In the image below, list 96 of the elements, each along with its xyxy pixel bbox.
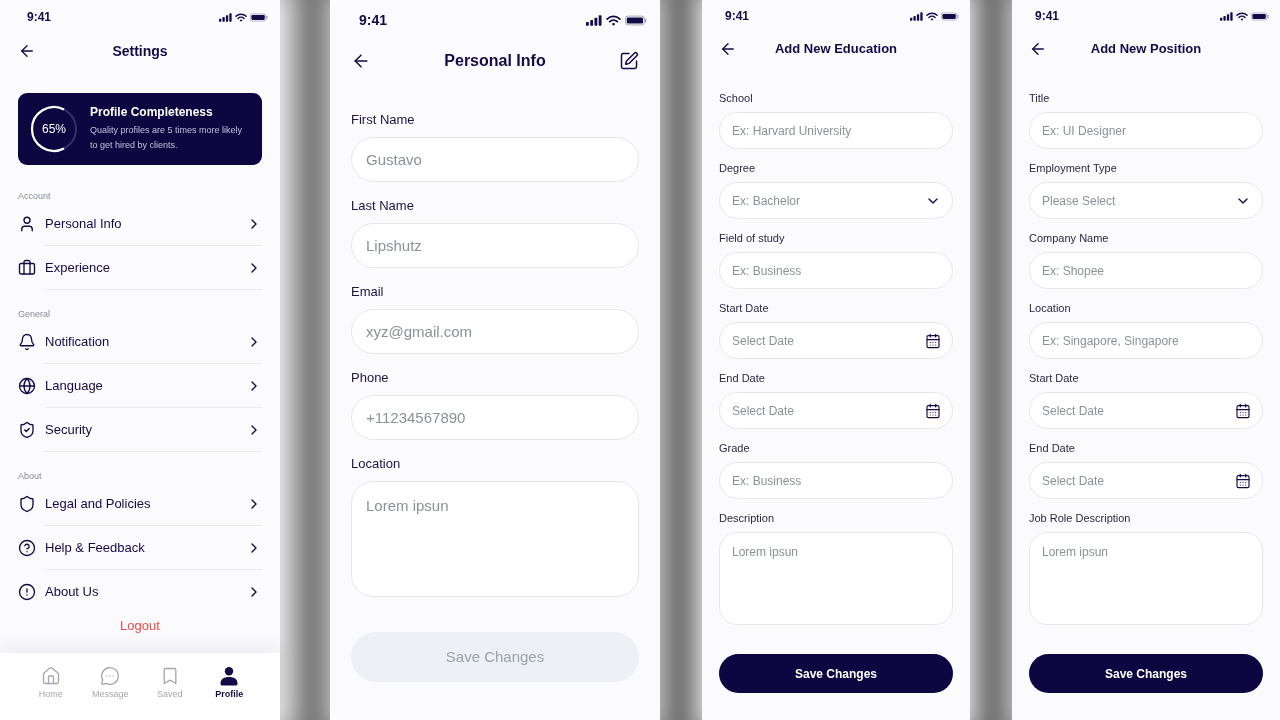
settings-item[interactable]: Notification [0, 320, 280, 364]
person-icon [219, 666, 240, 686]
input-field[interactable]: Ex: UI Designer [1029, 112, 1263, 149]
completeness-percent: 65% [42, 121, 66, 138]
screen-title: Settings [111, 41, 169, 61]
date-field[interactable]: Select Date [1029, 392, 1263, 429]
field-label: Company Name [1029, 231, 1110, 245]
save-changes-button[interactable]: Save Changes [1029, 654, 1263, 693]
text-area[interactable]: Lorem ipsun [1029, 532, 1263, 625]
field-label: Description [719, 511, 776, 525]
screen-title: Add New Education [773, 40, 899, 59]
section-title: About [17, 470, 43, 482]
input-field[interactable]: Ex: Business [719, 462, 953, 499]
battery-icon [625, 14, 647, 26]
input-field[interactable]: Ex: Business [719, 252, 953, 289]
battery-icon [941, 11, 959, 21]
field-label: Phone [351, 370, 390, 386]
date-field[interactable]: Select Date [1029, 462, 1263, 499]
select-field[interactable]: Ex: Bachelor [719, 182, 953, 219]
settings-item[interactable]: Help & Feedback [0, 526, 280, 570]
home-icon [40, 666, 61, 686]
field-label: Grade [719, 441, 751, 455]
wifi-icon [235, 12, 247, 22]
card-description: Quality profiles are 5 times more likely to get hired by clients. [90, 124, 244, 152]
field-label: Location [351, 456, 402, 472]
field-label: End Date [719, 371, 766, 385]
wifi-icon [606, 14, 621, 26]
field-label: End Date [1029, 441, 1076, 455]
field-label: School [719, 91, 754, 105]
globe-icon [18, 377, 36, 395]
input-field[interactable]: Lipshutz [351, 223, 639, 268]
field-label: Field of study [719, 231, 786, 245]
edit-button[interactable] [619, 51, 639, 71]
back-button[interactable] [719, 40, 737, 58]
field-label: First Name [351, 112, 416, 128]
field-label: Email [351, 284, 385, 300]
field-label: Location [1029, 301, 1072, 315]
logout-button[interactable]: Logout [120, 618, 160, 634]
section-title: General [17, 308, 52, 320]
chat-bubble-icon [100, 666, 121, 686]
status-time: 9:41 [27, 9, 52, 26]
input-field[interactable]: xyz@gmail.com [351, 309, 639, 354]
calendar-icon [1235, 472, 1251, 489]
signal-icon [1220, 11, 1233, 21]
date-field[interactable]: Select Date [719, 392, 953, 429]
status-time: 9:41 [1035, 8, 1060, 25]
field-label: Job Role Description [1029, 511, 1132, 525]
text-area[interactable]: Lorem ipsun [719, 532, 953, 625]
section-title: Account [17, 190, 52, 202]
text-area[interactable]: Lorem ipsun [351, 481, 639, 597]
settings-item[interactable]: Language [0, 364, 280, 408]
calendar-icon [925, 332, 941, 349]
back-button[interactable] [18, 42, 36, 60]
back-button[interactable] [1029, 40, 1047, 58]
briefcase-icon [18, 259, 36, 277]
person-icon [18, 215, 36, 233]
settings-item[interactable]: Experience [0, 246, 280, 290]
shield-icon [18, 495, 36, 513]
shield-check-icon [18, 421, 36, 439]
battery-icon [250, 12, 268, 22]
select-field[interactable]: Please Select [1029, 182, 1263, 219]
field-label: Start Date [1029, 371, 1080, 385]
wifi-icon [1236, 11, 1248, 21]
date-field[interactable]: Select Date [719, 322, 953, 359]
field-label: Last Name [351, 198, 415, 214]
status-time: 9:41 [359, 10, 388, 30]
field-label: Title [1029, 91, 1051, 105]
edit-icon [619, 51, 639, 71]
input-field[interactable]: +11234567890 [351, 395, 639, 440]
settings-item[interactable]: About Us [0, 570, 280, 614]
input-field[interactable]: Ex: Harvard University [719, 112, 953, 149]
bell-icon [18, 333, 36, 351]
field-label: Employment Type [1029, 161, 1118, 175]
card-title: Profile Completeness [90, 105, 214, 119]
settings-item[interactable]: Legal and Policies [0, 482, 280, 526]
input-field[interactable]: Gustavo [351, 137, 639, 182]
screen-title: Personal Info [443, 51, 547, 71]
screen-title: Add New Position [1089, 40, 1203, 59]
calendar-icon [925, 402, 941, 419]
nav-tab[interactable]: Profile [199, 666, 259, 700]
signal-icon [910, 11, 923, 21]
status-time: 9:41 [725, 8, 750, 25]
settings-item[interactable]: Personal Info [0, 202, 280, 246]
question-circle-icon [18, 539, 36, 557]
input-field[interactable]: Ex: Singapore, Singapore [1029, 322, 1263, 359]
settings-item[interactable]: Security [0, 408, 280, 452]
input-field[interactable]: Ex: Shopee [1029, 252, 1263, 289]
field-label: Start Date [719, 301, 770, 315]
field-label: Degree [719, 161, 757, 175]
battery-icon [1251, 11, 1269, 21]
exclamation-circle-icon [18, 583, 36, 601]
wifi-icon [926, 11, 938, 21]
signal-icon [586, 14, 602, 26]
signal-icon [219, 12, 232, 22]
calendar-icon [1235, 402, 1251, 419]
save-changes-button[interactable]: Save Changes [719, 654, 953, 693]
